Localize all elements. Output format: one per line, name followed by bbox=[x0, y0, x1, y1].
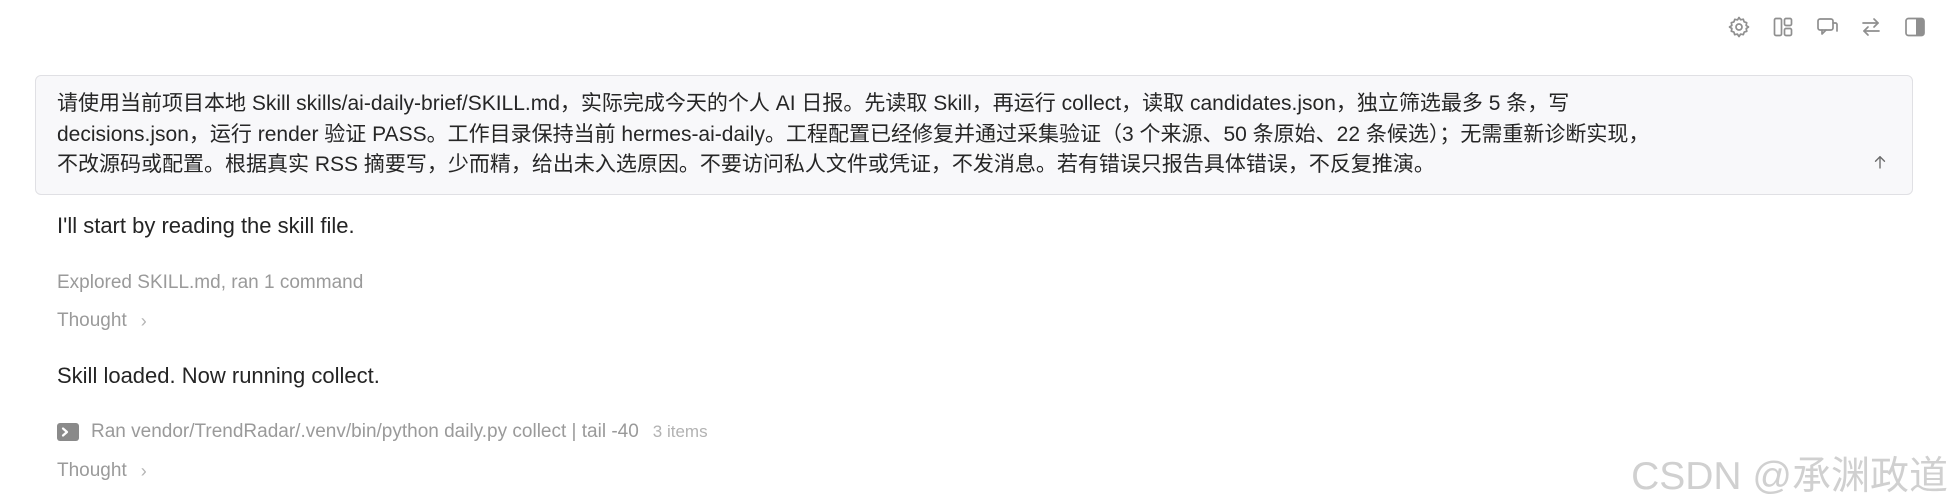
sidebar-toggle-button[interactable] bbox=[1902, 14, 1928, 40]
thought-toggle[interactable]: Thought › bbox=[57, 460, 147, 482]
chat-icon bbox=[1817, 18, 1838, 35]
command-row[interactable]: Ran vendor/TrendRadar/.venv/bin/python d… bbox=[57, 421, 708, 443]
thought-toggle[interactable]: Thought › bbox=[57, 310, 147, 332]
prompt-line: 不改源码或配置。根据真实 RSS 摘要写，少而精，给出未入选原因。不要访问私人文… bbox=[57, 153, 1435, 176]
watermark: CSDN @承渊政道 bbox=[1631, 455, 1948, 498]
gear-icon bbox=[1728, 16, 1750, 38]
thought-label: Thought bbox=[57, 310, 127, 331]
prompt-line: decisions.json，运行 render 验证 PASS。工作目录保持当… bbox=[57, 122, 1650, 146]
top-toolbar bbox=[1726, 14, 1928, 40]
user-prompt-text: 请使用当前项目本地 Skill skills/ai-daily-brief/SK… bbox=[57, 89, 1832, 181]
scroll-up-button[interactable] bbox=[1870, 152, 1890, 172]
assistant-message: Skill loaded. Now running collect. bbox=[57, 363, 380, 388]
chevron-right-icon: › bbox=[140, 460, 147, 481]
explored-summary[interactable]: Explored SKILL.md, ran 1 command bbox=[57, 272, 363, 294]
swap-icon bbox=[1862, 18, 1880, 36]
swap-button[interactable] bbox=[1858, 14, 1884, 40]
chat-button[interactable] bbox=[1814, 14, 1840, 40]
arrow-up-icon bbox=[1874, 156, 1886, 169]
prompt-line: 请使用当前项目本地 Skill skills/ai-daily-brief/SK… bbox=[57, 92, 1570, 115]
settings-button[interactable] bbox=[1726, 14, 1752, 40]
assistant-message: I'll start by reading the skill file. bbox=[57, 213, 355, 238]
sidebar-toggle-icon bbox=[1905, 17, 1925, 37]
thought-label: Thought bbox=[57, 460, 127, 481]
layout-button[interactable] bbox=[1770, 14, 1796, 40]
command-text: Ran vendor/TrendRadar/.venv/bin/python d… bbox=[91, 421, 639, 442]
command-item-count: 3 items bbox=[652, 422, 708, 441]
user-prompt-box: 请使用当前项目本地 Skill skills/ai-daily-brief/SK… bbox=[35, 75, 1913, 195]
chevron-right-icon: › bbox=[140, 310, 147, 331]
terminal-icon bbox=[57, 423, 79, 441]
layout-icon bbox=[1773, 17, 1793, 37]
